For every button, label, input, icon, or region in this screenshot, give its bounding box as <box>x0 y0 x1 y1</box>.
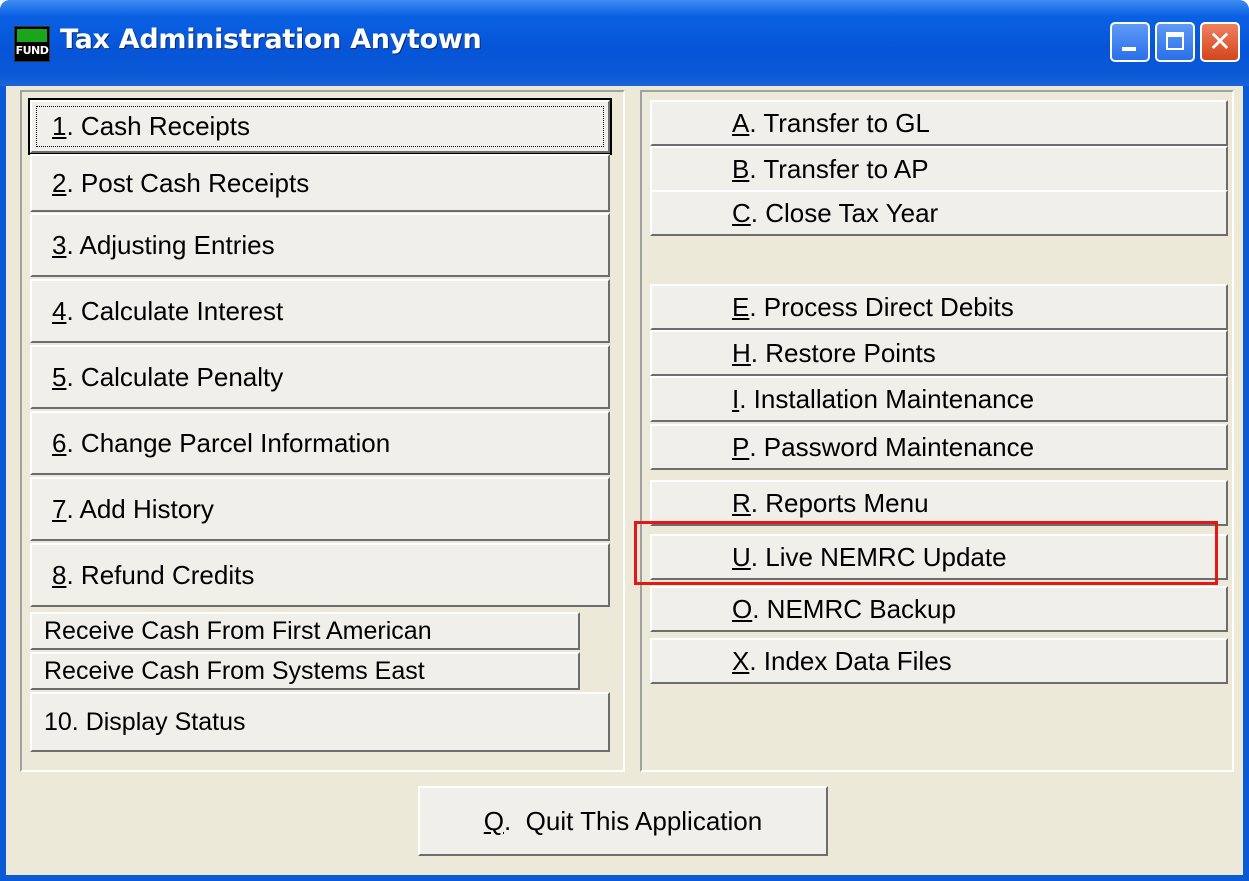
installation-maintenance-button[interactable]: I. Installation Maintenance <box>650 376 1228 422</box>
refund-credits-button[interactable]: 8. Refund Credits <box>30 543 610 607</box>
hotkey: H <box>732 337 751 368</box>
button-label: . Adjusting Entries <box>66 229 275 260</box>
password-maintenance-button[interactable]: P. Password Maintenance <box>650 424 1228 470</box>
button-label: . Reports Menu <box>750 487 929 518</box>
post-cash-receipts-button[interactable]: 2. Post Cash Receipts <box>30 154 610 212</box>
button-label: . Close Tax Year <box>750 197 939 228</box>
hotkey: 6 <box>52 427 67 458</box>
app-icon-label: FUND <box>15 44 49 57</box>
hotkey: 7 <box>52 493 67 524</box>
button-label: . Transfer to AP <box>749 153 929 184</box>
button-label: Receive Cash From First American <box>44 616 432 645</box>
hotkey: 3 <box>52 229 67 260</box>
button-label: . Quit This Application <box>504 805 763 836</box>
hotkey: X <box>732 645 750 676</box>
cash-receipts-button[interactable]: 1. Cash Receipts <box>28 98 612 155</box>
live-nemrc-update-button[interactable]: U. Live NEMRC Update <box>650 534 1228 580</box>
close-button[interactable]: ✕ <box>1200 22 1240 62</box>
hotkey: O <box>732 593 753 624</box>
button-label: . Change Parcel Information <box>66 427 391 458</box>
client-area: 1. Cash Receipts 2. Post Cash Receipts 3… <box>6 86 1243 875</box>
quit-application-button[interactable]: Q. Quit This Application <box>418 786 828 856</box>
maximize-icon <box>1166 32 1184 50</box>
calculate-penalty-button[interactable]: 5. Calculate Penalty <box>30 345 610 409</box>
button-label: . Refund Credits <box>66 559 255 590</box>
button-label: . Index Data Files <box>749 645 952 676</box>
button-label: . Process Direct Debits <box>749 291 1014 322</box>
minimize-button[interactable] <box>1110 22 1150 62</box>
process-direct-debits-button[interactable]: E. Process Direct Debits <box>650 284 1228 330</box>
hotkey: 4 <box>52 295 67 326</box>
window-title: Tax Administration Anytown <box>60 24 482 55</box>
transfer-to-ap-button[interactable]: B. Transfer to AP <box>650 146 1228 192</box>
close-icon: ✕ <box>1208 25 1232 58</box>
hotkey: R <box>732 487 751 518</box>
receive-cash-systems-east-button[interactable]: Receive Cash From Systems East <box>30 652 580 690</box>
hotkey: 5 <box>52 361 67 392</box>
display-status-button[interactable]: 10. Display Status <box>30 692 610 752</box>
transfer-to-gl-button[interactable]: A. Transfer to GL <box>650 100 1228 146</box>
nemrc-backup-button[interactable]: O. NEMRC Backup <box>650 586 1228 632</box>
hotkey: 1 <box>52 111 67 141</box>
reports-menu-button[interactable]: R. Reports Menu <box>650 480 1228 526</box>
hotkey: P <box>732 431 750 462</box>
hotkey: C <box>732 197 751 228</box>
button-label: . Add History <box>66 493 214 524</box>
hotkey: U <box>732 541 751 572</box>
button-label: . Post Cash Receipts <box>66 167 310 198</box>
button-label: . Password Maintenance <box>749 431 1035 462</box>
hotkey: 8 <box>52 559 67 590</box>
hotkey: Q <box>483 805 504 836</box>
add-history-button[interactable]: 7. Add History <box>30 477 610 541</box>
receive-cash-first-american-button[interactable]: Receive Cash From First American <box>30 612 580 650</box>
button-label: 10. Display Status <box>44 707 246 736</box>
button-label: . Installation Maintenance <box>739 383 1035 414</box>
button-label: . NEMRC Backup <box>752 593 956 624</box>
title-bar[interactable]: FUND Tax Administration Anytown ✕ <box>0 0 1249 86</box>
app-icon: FUND <box>14 26 50 62</box>
application-window: FUND Tax Administration Anytown ✕ 1. Cas… <box>0 0 1249 881</box>
hotkey: E <box>732 291 750 322</box>
close-tax-year-button[interactable]: C. Close Tax Year <box>650 190 1228 236</box>
hotkey: I <box>732 383 740 414</box>
index-data-files-button[interactable]: X. Index Data Files <box>650 638 1228 684</box>
hotkey: B <box>732 153 750 184</box>
maximize-button[interactable] <box>1155 22 1195 62</box>
button-label: . Calculate Interest <box>66 295 284 326</box>
button-label: . Restore Points <box>750 337 936 368</box>
hotkey: A <box>732 107 750 138</box>
button-label: . Cash Receipts <box>66 111 250 141</box>
restore-points-button[interactable]: H. Restore Points <box>650 330 1228 376</box>
adjusting-entries-button[interactable]: 3. Adjusting Entries <box>30 213 610 277</box>
button-label: . Live NEMRC Update <box>750 541 1007 572</box>
hotkey: 2 <box>52 167 67 198</box>
button-label: . Transfer to GL <box>749 107 930 138</box>
calculate-interest-button[interactable]: 4. Calculate Interest <box>30 279 610 343</box>
button-label: Receive Cash From Systems East <box>44 656 425 685</box>
button-label: . Calculate Penalty <box>66 361 284 392</box>
change-parcel-information-button[interactable]: 6. Change Parcel Information <box>30 411 610 475</box>
minimize-icon <box>1122 47 1136 51</box>
